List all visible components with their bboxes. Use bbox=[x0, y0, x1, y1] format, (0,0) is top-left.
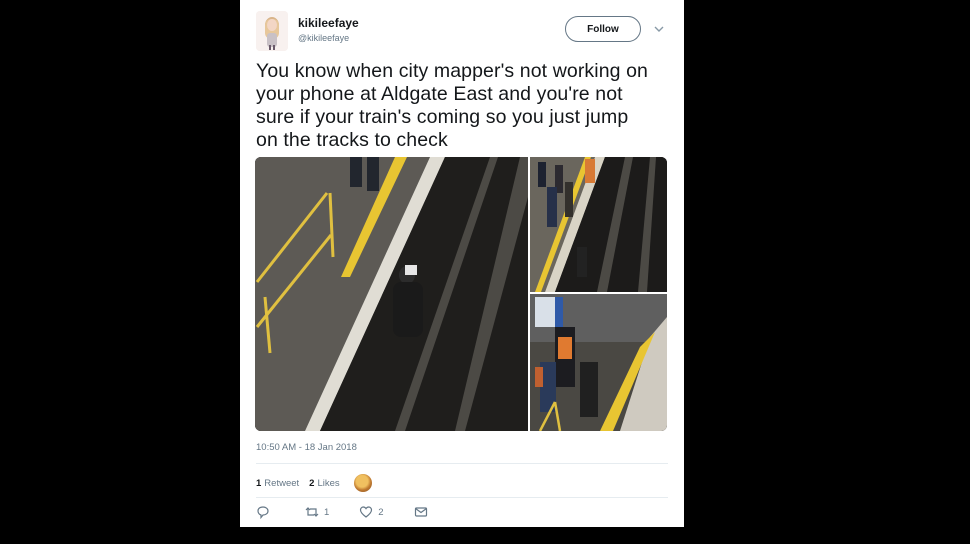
heart-icon bbox=[360, 506, 373, 518]
reply-button[interactable] bbox=[256, 505, 275, 519]
divider bbox=[256, 497, 668, 498]
tweet-text-line: your phone at Aldgate East and you're no… bbox=[256, 83, 623, 105]
follow-button[interactable]: Follow bbox=[565, 16, 641, 42]
like-button[interactable]: 2 bbox=[359, 505, 384, 519]
tweet-text: You know when city mapper's not working … bbox=[256, 60, 676, 152]
liker-avatar[interactable] bbox=[353, 474, 372, 492]
divider bbox=[256, 463, 668, 464]
tweet-media[interactable] bbox=[255, 157, 667, 431]
tweet-actions: 1 2 bbox=[256, 505, 463, 519]
tweet-card: kikileefaye @kikileefaye Follow You know… bbox=[240, 0, 684, 527]
direct-message-button[interactable] bbox=[414, 505, 433, 519]
caret-down-icon[interactable] bbox=[654, 25, 664, 33]
retweet-count: 1 bbox=[324, 506, 330, 518]
tweet-stats: 1 Retweet 2 Likes bbox=[256, 474, 372, 492]
retweet-stat[interactable]: 1 Retweet bbox=[256, 478, 299, 489]
retweet-stat-label: Retweet bbox=[264, 477, 300, 489]
tweet-text-line: on the tracks to check bbox=[256, 129, 448, 151]
photo-station-crowd[interactable] bbox=[530, 157, 667, 292]
retweet-button[interactable]: 1 bbox=[305, 505, 329, 519]
user-avatar[interactable] bbox=[256, 11, 288, 51]
retweet-stat-count: 1 bbox=[256, 477, 262, 489]
tweet-timestamp[interactable]: 10:50 AM - 18 Jan 2018 bbox=[256, 442, 357, 453]
tweet-text-line: sure if your train's coming so you just … bbox=[256, 106, 629, 128]
user-handle[interactable]: @kikileefaye bbox=[298, 33, 349, 43]
message-icon bbox=[414, 507, 427, 517]
tweet-text-line: You know when city mapper's not working … bbox=[256, 60, 649, 82]
like-stat-count: 2 bbox=[309, 477, 315, 489]
like-stat[interactable]: 2 Likes bbox=[309, 478, 339, 489]
photo-platform-tracks[interactable] bbox=[255, 157, 528, 431]
retweet-icon bbox=[305, 507, 319, 517]
reply-icon bbox=[257, 506, 269, 519]
display-name[interactable]: kikileefaye bbox=[298, 16, 359, 30]
like-stat-label: Likes bbox=[317, 477, 340, 489]
photo-staff-passenger[interactable] bbox=[530, 294, 667, 431]
like-count: 2 bbox=[378, 506, 384, 518]
